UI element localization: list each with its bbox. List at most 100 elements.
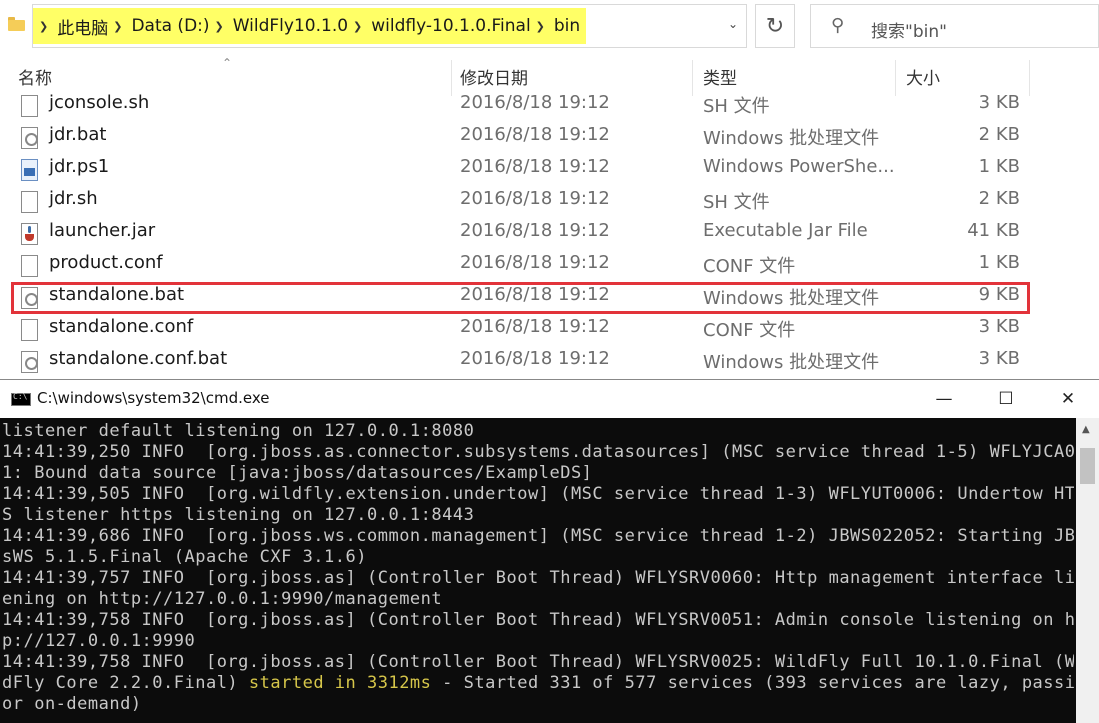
file-row[interactable]: product.conf 2016/8/18 19:12 CONF 文件 1 K…	[0, 250, 1099, 282]
refresh-icon: ↻	[765, 13, 785, 39]
file-size: 3 KB	[978, 92, 1020, 113]
maximize-button[interactable]: ☐	[975, 380, 1037, 418]
file-size: 2 KB	[978, 188, 1020, 209]
file-name: standalone.bat	[49, 284, 185, 305]
file-date: 2016/8/18 19:12	[460, 348, 610, 369]
file-name: jdr.bat	[49, 124, 107, 145]
chevron-right-icon: ❯	[214, 19, 224, 33]
powershell-file-icon	[21, 159, 38, 181]
console-line: or on-demand)	[2, 694, 142, 714]
chevron-right-icon: ❯	[353, 19, 363, 33]
console-text: - Started 331 of 577 services (393 servi…	[431, 673, 1074, 693]
minimize-icon: —	[935, 389, 953, 409]
bat-file-icon	[21, 127, 38, 149]
file-type: CONF 文件	[703, 256, 796, 277]
maximize-icon: ☐	[998, 389, 1014, 409]
file-date: 2016/8/18 19:12	[460, 284, 610, 305]
file-name: product.conf	[49, 252, 163, 273]
console-line: 14:41:39,757 INFO [org.jboss.as] (Contro…	[2, 568, 1074, 588]
file-name: launcher.jar	[49, 220, 156, 241]
file-icon	[21, 255, 38, 277]
console-text: dFly Core 2.2.0.Final)	[2, 673, 249, 693]
chevron-right-icon: ❯	[113, 19, 123, 33]
console-line: S listener https listening on 127.0.0.1:…	[2, 505, 475, 525]
cmd-window: C:\windows\system32\cmd.exe — ☐ ✕ listen…	[0, 379, 1099, 723]
file-date: 2016/8/18 19:12	[460, 92, 610, 113]
console-scrollbar[interactable]: ▲	[1076, 418, 1099, 723]
chevron-down-icon[interactable]: ⌄	[728, 17, 738, 31]
file-row[interactable]: standalone.conf 2016/8/18 19:12 CONF 文件 …	[0, 314, 1099, 346]
file-type: Windows 批处理文件	[703, 128, 880, 149]
file-row[interactable]: jdr.ps1 2016/8/18 19:12 Windows PowerShe…	[0, 154, 1099, 186]
file-icon	[21, 319, 38, 341]
file-type: Windows 批处理文件	[703, 288, 880, 309]
file-name: jdr.ps1	[49, 156, 110, 177]
folder-icon	[8, 17, 25, 31]
file-date: 2016/8/18 19:12	[460, 316, 610, 337]
file-type: Windows PowerShe...	[703, 156, 895, 177]
window-title: C:\windows\system32\cmd.exe	[37, 389, 270, 407]
file-date: 2016/8/18 19:12	[460, 156, 610, 177]
scrollbar-thumb[interactable]	[1080, 448, 1095, 484]
file-type: SH 文件	[703, 192, 770, 213]
file-type: CONF 文件	[703, 320, 796, 341]
file-explorer-window: ❯ 此电脑 ❯ Data (D:) ❯ WildFly10.1.0 ❯ wildfly-…	[0, 0, 1099, 383]
bat-file-icon	[21, 351, 38, 373]
breadcrumb-item-this-pc[interactable]: ❯ 此电脑	[37, 14, 108, 39]
file-row[interactable]: jdr.sh 2016/8/18 19:12 SH 文件 2 KB	[0, 186, 1099, 218]
breadcrumb: ❯ 此电脑 ❯ Data (D:) ❯ WildFly10.1.0 ❯ wildfly-…	[33, 8, 587, 44]
close-button[interactable]: ✕	[1037, 380, 1099, 418]
file-row-standalone-bat[interactable]: standalone.bat 2016/8/18 19:12 Windows 批…	[0, 282, 1099, 314]
search-icon: ⚲	[831, 15, 845, 36]
file-date: 2016/8/18 19:12	[460, 252, 610, 273]
breadcrumb-item-wildfly-final[interactable]: ❯ wildfly-10.1.0.Final	[348, 16, 531, 36]
file-name: standalone.conf	[49, 316, 194, 337]
file-type: SH 文件	[703, 96, 770, 117]
startup-time-highlight: started in 3312ms	[248, 673, 432, 693]
close-icon: ✕	[1060, 389, 1076, 409]
console-line: 14:41:39,505 INFO [org.wildfly.extension…	[2, 484, 1074, 504]
breadcrumb-item-bin[interactable]: ❯ bin	[531, 16, 581, 36]
file-size: 1 KB	[978, 156, 1020, 177]
console-output[interactable]: listener default listening on 127.0.0.1:…	[0, 418, 1074, 723]
breadcrumb-item-wildfly-folder[interactable]: ❯ WildFly10.1.0	[210, 16, 349, 36]
chevron-right-icon: ❯	[39, 19, 49, 33]
file-row[interactable]: standalone.conf.bat 2016/8/18 19:12 Wind…	[0, 346, 1099, 378]
console-line: 14:41:39,250 INFO [org.jboss.as.connecto…	[2, 442, 1074, 462]
console-line: dFly Core 2.2.0.Final) started in 3312ms…	[2, 673, 1074, 694]
address-bar[interactable]: ❯ 此电脑 ❯ Data (D:) ❯ WildFly10.1.0 ❯ wildfly-…	[32, 4, 747, 48]
search-input[interactable]: ⚲ 搜索"bin"	[810, 4, 1099, 48]
console-line: listener default listening on 127.0.0.1:…	[2, 421, 475, 441]
file-date: 2016/8/18 19:12	[460, 220, 610, 241]
console-line: ening on http://127.0.0.1:9990/managemen…	[2, 589, 443, 609]
chevron-right-icon: ❯	[535, 19, 545, 33]
sort-ascending-icon: ⌃	[222, 56, 233, 70]
file-size: 9 KB	[978, 284, 1020, 305]
file-size: 3 KB	[978, 348, 1020, 369]
console-line: 14:41:39,758 INFO [org.jboss.as] (Contro…	[2, 652, 1074, 672]
file-size: 2 KB	[978, 124, 1020, 145]
file-name: jdr.sh	[49, 188, 98, 209]
file-row[interactable]: jconsole.sh 2016/8/18 19:12 SH 文件 3 KB	[0, 90, 1099, 122]
console-line: 1: Bound data source [java:jboss/datasou…	[2, 463, 593, 483]
file-icon	[21, 95, 38, 117]
minimize-button[interactable]: —	[913, 380, 975, 418]
cmd-titlebar[interactable]: C:\windows\system32\cmd.exe — ☐ ✕	[0, 380, 1099, 418]
console-line: 14:41:39,758 INFO [org.jboss.as] (Contro…	[2, 610, 1074, 630]
file-type: Executable Jar File	[703, 220, 868, 241]
refresh-button[interactable]: ↻	[755, 4, 795, 48]
search-placeholder: 搜索"bin"	[871, 22, 947, 42]
file-date: 2016/8/18 19:12	[460, 124, 610, 145]
file-type: Windows 批处理文件	[703, 352, 880, 373]
file-row[interactable]: jdr.bat 2016/8/18 19:12 Windows 批处理文件 2 …	[0, 122, 1099, 154]
file-size: 1 KB	[978, 252, 1020, 273]
scroll-up-icon[interactable]: ▲	[1082, 424, 1090, 435]
file-name: standalone.conf.bat	[49, 348, 228, 369]
bat-file-icon	[21, 287, 38, 309]
file-size: 3 KB	[978, 316, 1020, 337]
console-line: sWS 5.1.5.Final (Apache CXF 3.1.6)	[2, 547, 367, 567]
file-row[interactable]: launcher.jar 2016/8/18 19:12 Executable …	[0, 218, 1099, 250]
navigation-bar: ❯ 此电脑 ❯ Data (D:) ❯ WildFly10.1.0 ❯ wildfly-…	[0, 0, 1099, 55]
console-line: p://127.0.0.1:9990	[2, 631, 196, 651]
breadcrumb-item-data-drive[interactable]: ❯ Data (D:)	[108, 16, 209, 36]
